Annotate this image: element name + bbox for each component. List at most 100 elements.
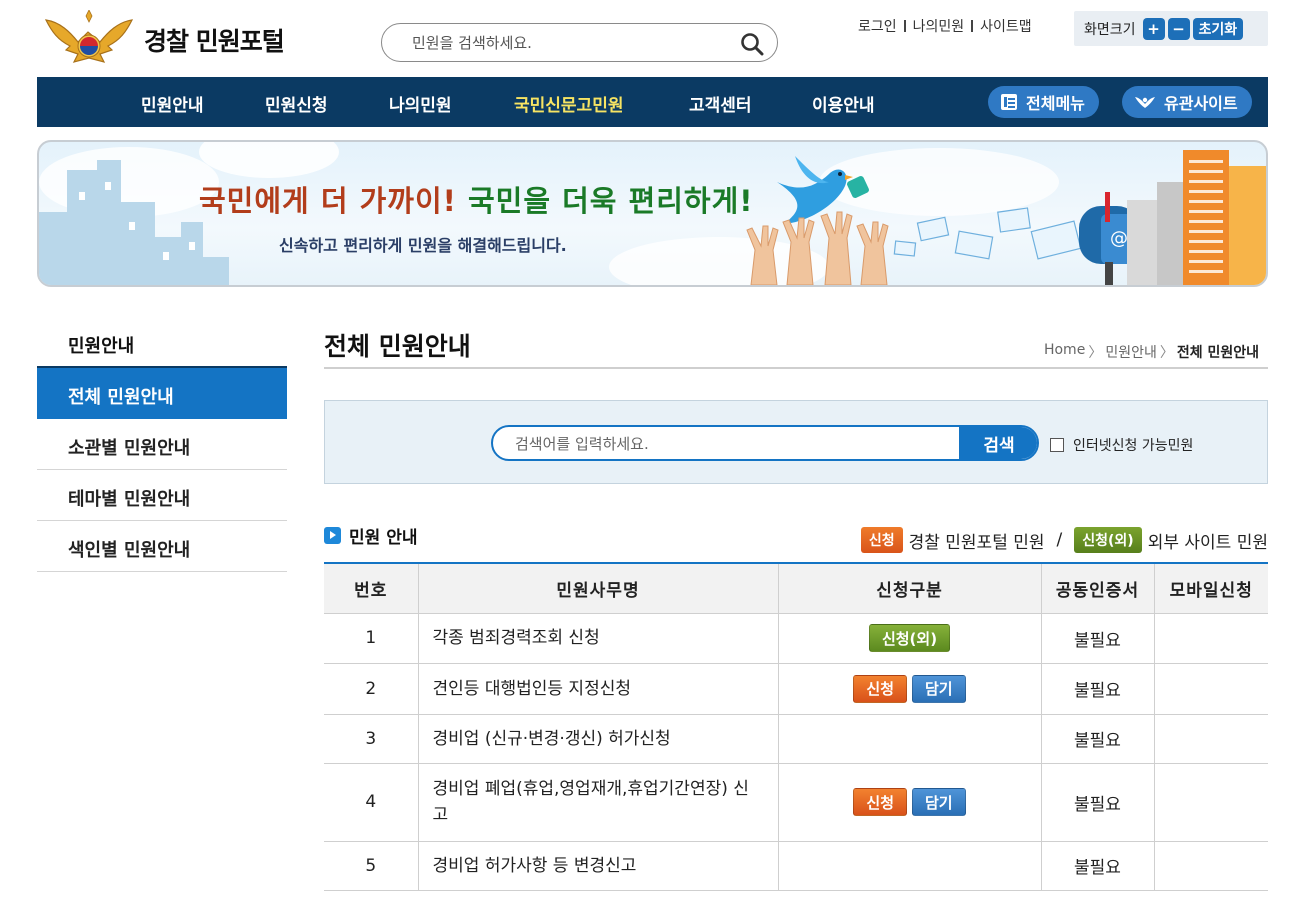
sidebar-item-all-guide[interactable]: 전체 민원안내 [37,368,287,419]
apply-type-legend: 신청 경찰 민원포털 민원 / 신청(외) 외부 사이트 민원 [860,527,1268,553]
nav-item-usage-guide[interactable]: 이용안내 [812,91,875,116]
breadcrumb-separator-icon: 〉 [1088,345,1103,361]
legend-external-tag: 신청(외) [1074,527,1142,553]
legend-divider: / [1056,530,1063,550]
row-apply-cell [777,841,1041,891]
table-row: 2 견인등 대행법인등 지정신청 신청 담기 불필요 [324,663,1268,715]
row-number: 4 [324,763,418,842]
top-search-box [381,23,778,62]
banner-headline-part2: 국민을 더욱 편리하게! [467,184,754,218]
main-nav: 민원안내 민원신청 나의민원 국민신문고민원 고객센터 이용안내 전체메뉴 유관… [37,77,1268,127]
row-service-name[interactable]: 경비업 (신규·변경·갱신) 허가신청 [417,714,778,764]
sitemap-link[interactable]: 사이트맵 [980,16,1032,36]
internet-apply-label: 인터넷신청 가능민원 [1073,438,1194,454]
sidebar-item-by-theme[interactable]: 테마별 민원안내 [37,470,287,521]
login-link[interactable]: 로그인 [858,16,897,36]
nav-item-customer-center[interactable]: 고객센터 [689,91,752,116]
utility-links: 로그인 나의민원 사이트맵 [858,16,1032,36]
row-service-name[interactable]: 견인등 대행법인등 지정신청 [417,663,778,715]
legend-external-text: 외부 사이트 민원 [1147,532,1268,553]
all-menu-button[interactable]: 전체메뉴 [988,86,1099,118]
row-service-name[interactable]: 경비업 폐업(휴업,영업재개,휴업기간연장) 신고 [417,763,778,842]
legend-apply-tag: 신청 [860,527,903,553]
screen-size-label: 화면크기 [1084,21,1136,38]
civil-service-table: 번호 민원사무명 신청구분 공동인증서 모바일신청 1 각종 범죄경력조회 신청… [324,562,1268,891]
search-icon[interactable] [739,31,765,57]
row-service-name[interactable]: 경비업 허가사항 등 변경신고 [417,841,778,891]
breadcrumb: Home 〉 민원안내 〉 전체 민원안내 [1044,342,1259,362]
row-mobile [1153,663,1268,715]
table-row: 4 경비업 폐업(휴업,영업재개,휴업기간연장) 신고 신청 담기 불필요 [324,763,1268,842]
column-header-number: 번호 [324,562,418,614]
zoom-out-button[interactable]: − [1167,17,1190,40]
external-apply-button[interactable]: 신청(외) [868,624,951,652]
page-title: 전체 민원안내 [324,332,471,361]
row-mobile [1153,613,1268,664]
row-mobile [1153,714,1268,764]
sidebar-item-by-index[interactable]: 색인별 민원안내 [37,521,287,572]
site-title: 경찰 민원포털 [144,27,285,56]
nav-item-my-civil[interactable]: 나의민원 [389,91,452,116]
top-search-input[interactable] [412,32,732,54]
zoom-reset-button[interactable]: 초기화 [1192,17,1244,40]
internet-apply-checkbox[interactable] [1050,438,1064,452]
row-certificate: 불필요 [1040,663,1154,715]
sidebar: 민원안내 전체 민원안내 소관별 민원안내 테마별 민원안내 색인별 민원안내 [37,320,287,572]
row-mobile [1153,763,1268,842]
column-header-certificate: 공동인증서 [1040,562,1154,614]
row-apply-cell: 신청(외) [777,613,1041,664]
police-emblem-icon [44,10,134,63]
breadcrumb-separator-icon: 〉 [1159,345,1174,361]
table-row: 5 경비업 허가사항 등 변경신고 불필요 [324,841,1268,891]
screen-size-control: 화면크기 + − 초기화 [1074,11,1268,46]
site-logo[interactable]: 경찰 민원포털 [42,10,285,70]
zoom-in-button[interactable]: + [1142,17,1165,40]
internet-apply-filter: 인터넷신청 가능민원 [1050,435,1193,455]
table-header-row: 번호 민원사무명 신청구분 공동인증서 모바일신청 [324,562,1268,614]
sidebar-title: 민원안내 [37,320,287,368]
my-civil-link[interactable]: 나의민원 [913,16,965,36]
sidebar-item-by-department[interactable]: 소관별 민원안내 [37,419,287,470]
column-header-apply-type: 신청구분 [777,562,1041,614]
banner-subtitle: 신속하고 편리하게 민원을 해결해드립니다. [279,236,567,255]
row-apply-cell [777,714,1041,764]
row-number: 3 [324,714,418,764]
breadcrumb-current: 전체 민원안내 [1176,345,1259,361]
add-to-cart-button[interactable]: 담기 [912,788,966,816]
nav-item-civil-apply[interactable]: 민원신청 [265,91,328,116]
content-search-field: 검색 [491,425,1039,461]
row-certificate: 불필요 [1040,714,1154,764]
row-mobile [1153,841,1268,891]
play-bullet-icon [324,527,341,544]
table-row: 1 각종 범죄경력조회 신청 신청(외) 불필요 [324,613,1268,664]
column-header-service-name: 민원사무명 [417,562,778,614]
table-row: 3 경비업 (신규·변경·갱신) 허가신청 불필요 [324,714,1268,764]
divider [903,20,906,32]
row-number: 2 [324,663,418,715]
title-divider [324,367,1268,369]
apply-button[interactable]: 신청 [853,674,907,703]
breadcrumb-home[interactable]: Home [1044,342,1085,362]
row-service-name[interactable]: 각종 범죄경력조회 신청 [417,613,778,664]
nav-item-epeople[interactable]: 국민신문고민원 [514,91,623,116]
row-apply-cell: 신청 담기 [777,663,1041,715]
row-certificate: 불필요 [1040,613,1154,664]
eagle-icon [1135,97,1155,108]
column-header-mobile-apply: 모바일신청 [1153,562,1268,614]
hero-banner: @ 국민에게 더 가까이! 국민을 더욱 편리하게! 신속하고 편리하게 민원을… [37,140,1268,287]
section-title: 민원 안내 [349,528,418,548]
site-header: 경찰 민원포털 로그인 나의민원 사이트맵 화면크기 + − 초기화 [0,0,1316,77]
add-to-cart-button[interactable]: 담기 [912,674,966,703]
row-certificate: 불필요 [1040,763,1154,842]
row-certificate: 불필요 [1040,841,1154,891]
search-button[interactable]: 검색 [959,427,1037,459]
content-search-input[interactable] [515,433,955,455]
all-menu-label: 전체메뉴 [1026,94,1085,113]
apply-button[interactable]: 신청 [853,788,907,816]
related-sites-button[interactable]: 유관사이트 [1122,86,1252,118]
breadcrumb-civil-guide[interactable]: 민원안내 [1105,342,1157,362]
legend-apply-text: 경찰 민원포털 민원 [908,532,1045,553]
nav-item-civil-guide[interactable]: 민원안내 [141,91,204,116]
menu-icon [1001,94,1017,110]
banner-headline: 국민에게 더 가까이! 국민을 더욱 편리하게! [199,178,754,220]
